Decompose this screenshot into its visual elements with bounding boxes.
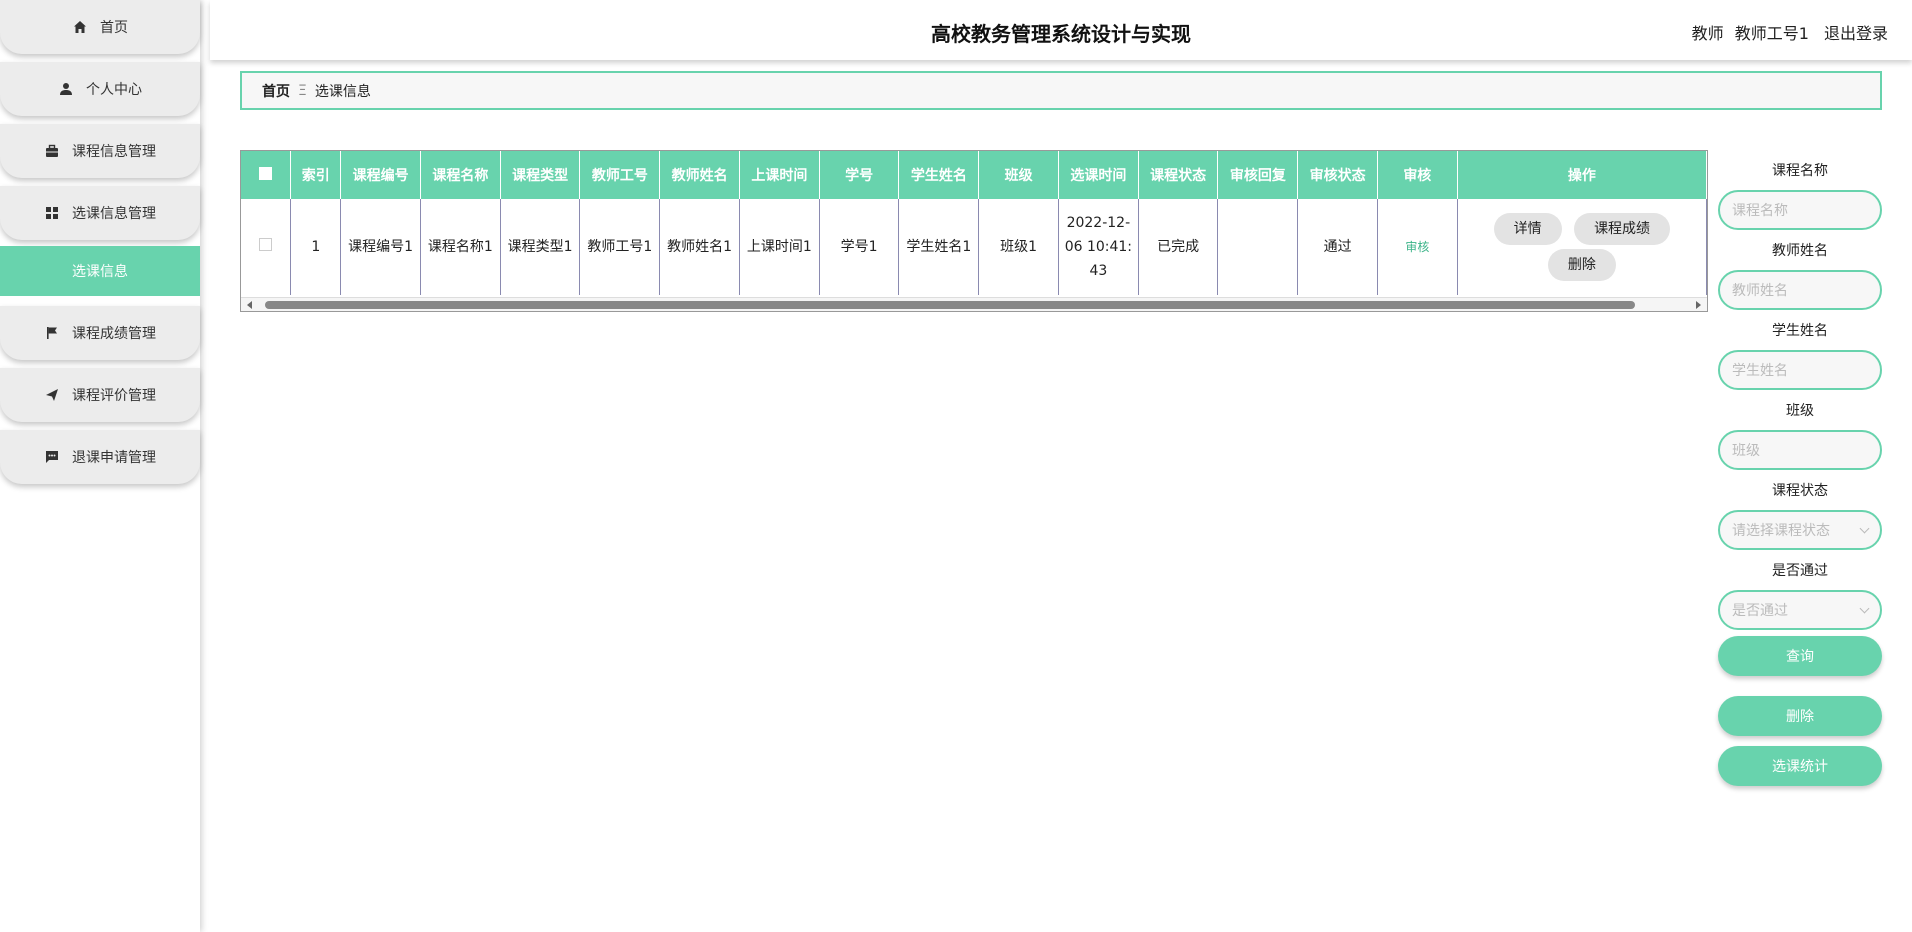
cell-teacher-no: 教师工号1 bbox=[579, 199, 661, 295]
col-header: 选课时间 bbox=[1058, 151, 1139, 199]
user-info: 教师 教师工号1 退出登录 bbox=[1682, 20, 1888, 44]
col-header: 审核回复 bbox=[1217, 151, 1299, 199]
top-header: 高校教务管理系统设计与实现 教师 教师工号1 退出登录 bbox=[210, 0, 1912, 60]
cell-course-no: 课程编号1 bbox=[340, 199, 421, 295]
student-name-label: 学生姓名 bbox=[1772, 323, 1828, 339]
class-label: 班级 bbox=[1786, 403, 1814, 419]
cell-teacher-name: 教师姓名1 bbox=[659, 199, 740, 295]
detail-button[interactable]: 详情 bbox=[1493, 213, 1562, 245]
course-name-input[interactable]: 课程名称 bbox=[1718, 190, 1882, 230]
cell-class-time: 上课时间1 bbox=[739, 199, 820, 295]
student-name-input[interactable]: 学生姓名 bbox=[1718, 350, 1882, 390]
col-header: 操作 bbox=[1457, 151, 1707, 199]
delete-button[interactable]: 删除 bbox=[1718, 696, 1882, 736]
horizontal-scrollbar[interactable] bbox=[241, 297, 1707, 311]
teacher-name-label: 教师姓名 bbox=[1772, 243, 1828, 259]
sidebar-item-evaluation[interactable]: 课程评价管理 bbox=[0, 368, 200, 422]
flag-icon bbox=[44, 325, 60, 341]
breadcrumb-separator: Ξ bbox=[298, 82, 307, 99]
pass-placeholder: 是否通过 bbox=[1732, 603, 1788, 619]
col-header: 教师姓名 bbox=[659, 151, 740, 199]
sidebar-item-label: 选课信息 bbox=[72, 264, 128, 280]
cell-select-time: 2022-12-06 10:41:43 bbox=[1058, 199, 1139, 295]
send-icon bbox=[44, 387, 60, 403]
user-name: 教师工号1 bbox=[1734, 24, 1809, 43]
sidebar-item-course-info[interactable]: 课程信息管理 bbox=[0, 124, 200, 178]
chat-icon bbox=[44, 449, 60, 465]
course-status-label: 课程状态 bbox=[1772, 483, 1828, 499]
row-delete-button[interactable]: 删除 bbox=[1547, 249, 1616, 281]
col-header: 审核状态 bbox=[1297, 151, 1378, 199]
cell-course-name: 课程名称1 bbox=[420, 199, 501, 295]
breadcrumb: 首页 Ξ 选课信息 bbox=[240, 71, 1882, 110]
col-header: 审核 bbox=[1377, 151, 1458, 199]
course-name-label: 课程名称 bbox=[1772, 163, 1828, 179]
app-title: 高校教务管理系统设计与实现 bbox=[931, 22, 1191, 46]
col-header: 学生姓名 bbox=[898, 151, 980, 199]
col-header: 上课时间 bbox=[739, 151, 820, 199]
cell-course-status: 已完成 bbox=[1138, 199, 1219, 295]
row-checkbox[interactable] bbox=[241, 199, 292, 295]
cell-audit-reply bbox=[1217, 199, 1299, 295]
col-header: 学号 bbox=[819, 151, 900, 199]
chevron-down-icon bbox=[1859, 523, 1870, 534]
cell-class: 班级1 bbox=[978, 199, 1059, 295]
course-status-select[interactable]: 请选择课程状态 bbox=[1718, 510, 1882, 550]
sidebar-item-label: 课程评价管理 bbox=[72, 388, 156, 404]
col-header: 教师工号 bbox=[579, 151, 661, 199]
sidebar-item-home[interactable]: 首页 bbox=[0, 0, 200, 54]
person-icon bbox=[58, 81, 74, 97]
col-header: 班级 bbox=[978, 151, 1059, 199]
course-status-placeholder: 请选择课程状态 bbox=[1732, 523, 1830, 539]
sidebar-item-drop-requests[interactable]: 退课申请管理 bbox=[0, 430, 200, 484]
cell-index: 1 bbox=[290, 199, 342, 295]
cell-course-type: 课程类型1 bbox=[500, 199, 581, 295]
sidebar-item-selection-info[interactable]: 选课信息 bbox=[0, 246, 200, 296]
home-icon bbox=[72, 19, 88, 35]
sidebar-item-profile[interactable]: 个人中心 bbox=[0, 62, 200, 116]
sidebar-item-label: 课程成绩管理 bbox=[72, 326, 156, 342]
cell-student-no: 学号1 bbox=[819, 199, 900, 295]
sidebar-item-label: 课程信息管理 bbox=[72, 144, 156, 160]
cell-audit-status: 通过 bbox=[1297, 199, 1378, 295]
user-role: 教师 bbox=[1691, 24, 1724, 43]
scroll-thumb[interactable] bbox=[265, 301, 1635, 309]
cell-audit: 审核 bbox=[1377, 199, 1458, 295]
grade-button[interactable]: 课程成绩 bbox=[1574, 213, 1671, 245]
select-all-checkbox[interactable] bbox=[241, 151, 292, 199]
col-header: 索引 bbox=[290, 151, 342, 199]
table-header-row: 索引 课程编号 课程名称 课程类型 教师工号 教师姓名 上课时间 学号 学生姓名… bbox=[241, 151, 1707, 199]
briefcase-icon bbox=[44, 143, 60, 159]
logout-link[interactable]: 退出登录 bbox=[1824, 24, 1888, 43]
scroll-left-arrow-icon[interactable] bbox=[247, 301, 252, 309]
col-header: 课程类型 bbox=[500, 151, 581, 199]
query-button[interactable]: 查询 bbox=[1718, 636, 1882, 676]
chevron-down-icon bbox=[1859, 603, 1870, 614]
cell-actions: 详情 课程成绩 删除 bbox=[1457, 199, 1707, 295]
cell-student-name: 学生姓名1 bbox=[898, 199, 980, 295]
sidebar-item-label: 首页 bbox=[100, 20, 128, 36]
table-row: 1 课程编号1 课程名称1 课程类型1 教师工号1 教师姓名1 上课时间1 学号… bbox=[241, 199, 1707, 295]
col-header: 课程状态 bbox=[1138, 151, 1219, 199]
sidebar: 首页 个人中心 课程信息管理 选课信息管理 选课信息 课程成绩管理 课程评价管理 bbox=[0, 0, 200, 932]
pass-select[interactable]: 是否通过 bbox=[1718, 590, 1882, 630]
sidebar-item-label: 选课信息管理 bbox=[72, 206, 156, 222]
sidebar-item-label: 个人中心 bbox=[86, 82, 142, 98]
stats-button[interactable]: 选课统计 bbox=[1718, 746, 1882, 786]
class-input[interactable]: 班级 bbox=[1718, 430, 1882, 470]
breadcrumb-home[interactable]: 首页 bbox=[262, 81, 290, 101]
sidebar-item-label: 退课申请管理 bbox=[72, 450, 156, 466]
teacher-name-input[interactable]: 教师姓名 bbox=[1718, 270, 1882, 310]
col-header: 课程编号 bbox=[340, 151, 421, 199]
grid-icon bbox=[44, 205, 60, 221]
scroll-right-arrow-icon[interactable] bbox=[1696, 301, 1701, 309]
audit-link[interactable]: 审核 bbox=[1405, 240, 1429, 254]
breadcrumb-current: 选课信息 bbox=[314, 83, 371, 100]
col-header: 课程名称 bbox=[420, 151, 501, 199]
pass-label: 是否通过 bbox=[1772, 563, 1828, 579]
selection-table: 索引 课程编号 课程名称 课程类型 教师工号 教师姓名 上课时间 学号 学生姓名… bbox=[240, 150, 1708, 312]
sidebar-item-selection-manage[interactable]: 选课信息管理 bbox=[0, 186, 200, 240]
sidebar-item-grades[interactable]: 课程成绩管理 bbox=[0, 306, 200, 360]
